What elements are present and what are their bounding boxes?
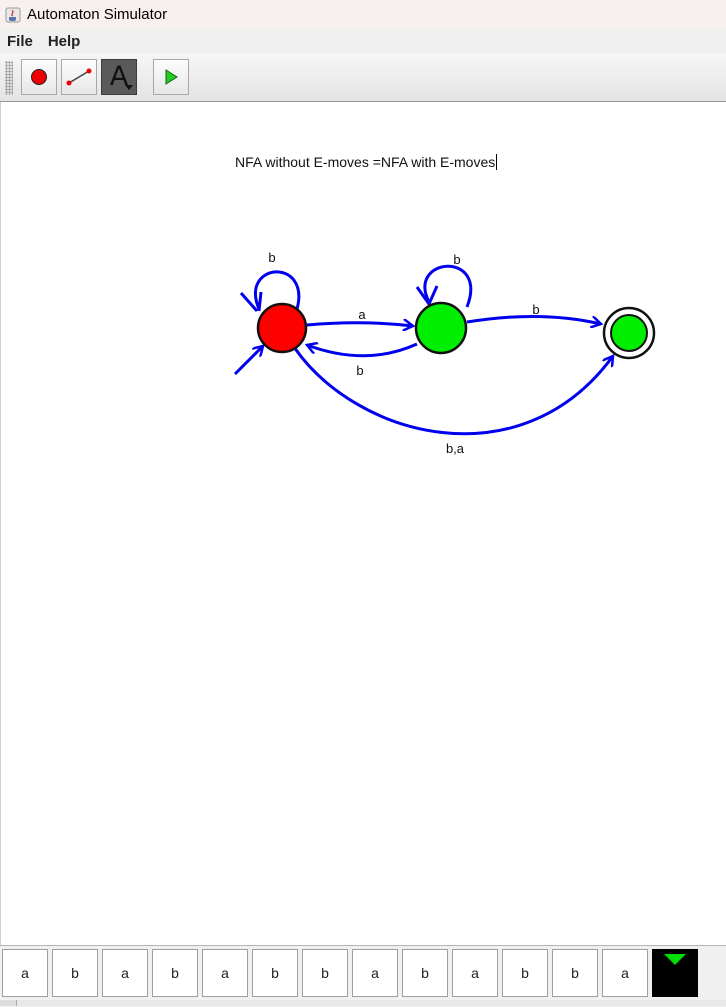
label-q0-q1: a xyxy=(358,307,366,322)
horizontal-scrollbar[interactable] xyxy=(0,1000,726,1006)
text-tool-button[interactable]: A xyxy=(101,59,137,95)
edge-q1-q2 xyxy=(466,315,601,324)
tape-cell[interactable]: b xyxy=(302,949,348,997)
edge-q0-q0-arrowhead-2 xyxy=(257,291,263,312)
red-circle-icon xyxy=(31,69,47,85)
add-transition-button[interactable] xyxy=(61,59,97,95)
toolbar-grip-handle[interactable] xyxy=(5,61,13,95)
menu-file[interactable]: File xyxy=(0,33,41,50)
tape-head[interactable] xyxy=(652,949,698,997)
tape-cell[interactable]: a xyxy=(102,949,148,997)
automaton-diagram: b a b b b b,a xyxy=(233,250,656,456)
menu-help[interactable]: Help xyxy=(41,33,89,50)
tape-cell[interactable]: a xyxy=(352,949,398,997)
automaton-canvas[interactable]: NFA without E-moves =NFA with E-moves b … xyxy=(0,102,726,945)
state-q0[interactable] xyxy=(256,302,308,354)
start-arrow xyxy=(233,346,263,376)
input-tape: abababbababba xyxy=(0,945,726,1007)
edge-q1-q0 xyxy=(307,344,418,358)
label-q1-q2: b xyxy=(532,302,539,317)
tape-cell[interactable]: a xyxy=(2,949,48,997)
label-q0-q2: b,a xyxy=(446,441,465,456)
tape-cell[interactable]: b xyxy=(252,949,298,997)
tape-cell[interactable]: a xyxy=(452,949,498,997)
state-q1[interactable] xyxy=(414,301,468,355)
tape-cell[interactable]: b xyxy=(402,949,448,997)
scroll-left-button[interactable] xyxy=(0,1000,17,1006)
head-marker-icon xyxy=(664,954,686,965)
tape-cell[interactable]: b xyxy=(502,949,548,997)
label-q0-q0: b xyxy=(268,250,275,265)
transition-line-icon xyxy=(66,68,92,86)
title-bar: Automaton Simulator xyxy=(0,0,726,29)
tape-cell[interactable]: b xyxy=(152,949,198,997)
tape-cell[interactable]: a xyxy=(602,949,648,997)
window-title: Automaton Simulator xyxy=(27,6,168,23)
label-q1-q1: b xyxy=(453,252,460,267)
java-cup-icon xyxy=(5,7,21,23)
dropdown-arrow-icon xyxy=(125,85,133,90)
tape-cell[interactable]: b xyxy=(52,949,98,997)
label-q1-q0: b xyxy=(356,363,363,378)
menu-bar: File Help xyxy=(0,29,726,53)
edge-q0-q2 xyxy=(292,346,613,436)
play-icon xyxy=(165,69,178,85)
add-state-button[interactable] xyxy=(21,59,57,95)
tape-cell[interactable]: a xyxy=(202,949,248,997)
edge-q0-q1 xyxy=(306,323,413,326)
tape-cell[interactable]: b xyxy=(552,949,598,997)
toolbar: A xyxy=(0,53,726,102)
state-q2[interactable] xyxy=(610,314,648,352)
run-simulation-button[interactable] xyxy=(153,59,189,95)
